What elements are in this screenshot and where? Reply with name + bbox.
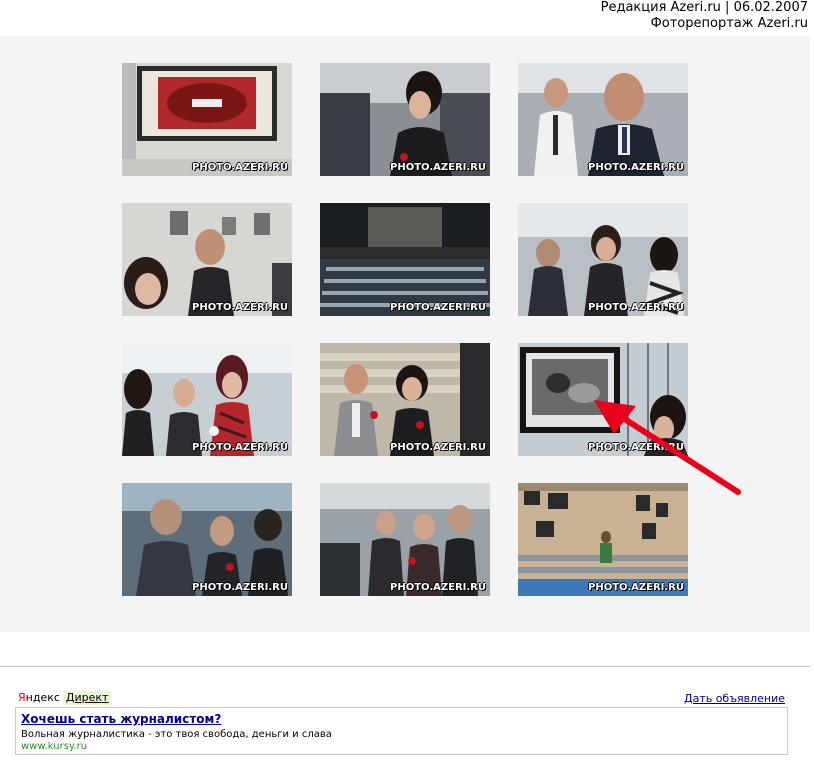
watermark: PHOTO.AZERI.RU: [588, 302, 684, 313]
ad-box: Хочешь стать журналистом? Вольная журнал…: [15, 707, 788, 755]
watermark: PHOTO.AZERI.RU: [588, 162, 684, 173]
crowd-reception-image: [518, 203, 688, 316]
photo-thumbnail-1[interactable]: PHOTO.AZERI.RU: [122, 63, 292, 176]
header-editorial-date: Редакция Azeri.ru | 06.02.2007: [600, 0, 808, 15]
yandex-direct-label: Яндекс Директ: [18, 691, 112, 705]
watermark: PHOTO.AZERI.RU: [390, 442, 486, 453]
women-guests-image: [122, 343, 292, 456]
page-header: Редакция Azeri.ru | 06.02.2007 Фоторепор…: [601, 0, 808, 32]
ad-url-link[interactable]: www.kursy.ru: [21, 741, 87, 752]
watermark: PHOTO.AZERI.RU: [588, 442, 684, 453]
framed-photo-with-arrow-image: [518, 343, 688, 456]
photo-thumbnail-4[interactable]: PHOTO.AZERI.RU: [122, 203, 292, 316]
watermark: PHOTO.AZERI.RU: [390, 302, 486, 313]
couple-on-stairs-image: [320, 343, 490, 456]
photo-thumbnail-5[interactable]: PHOTO.AZERI.RU: [320, 203, 490, 316]
auditorium-screen-image: [320, 203, 490, 316]
woman-dark-hair-image: [320, 63, 490, 176]
photo-thumbnail-9[interactable]: PHOTO.AZERI.RU: [518, 343, 688, 456]
yandex-brand-rest: ндекс: [25, 691, 60, 704]
photo-thumbnail-2[interactable]: PHOTO.AZERI.RU: [320, 63, 490, 176]
photo-thumbnail-7[interactable]: PHOTO.AZERI.RU: [122, 343, 292, 456]
photo-thumbnail-11[interactable]: PHOTO.AZERI.RU: [320, 483, 490, 596]
watermark: PHOTO.AZERI.RU: [192, 582, 288, 593]
exhibition-hall-image: [518, 483, 688, 596]
header-photoreport: Фоторепортаж Azeri.ru: [650, 16, 808, 31]
photo-thumbnail-8[interactable]: PHOTO.AZERI.RU: [320, 343, 490, 456]
ad-description: Вольная журналистика - это твоя свобода,…: [21, 729, 332, 740]
woman-and-man-gallery-image: [122, 203, 292, 316]
watermark: PHOTO.AZERI.RU: [192, 302, 288, 313]
watermark: PHOTO.AZERI.RU: [192, 442, 288, 453]
watermark: PHOTO.AZERI.RU: [588, 582, 684, 593]
guests-standing-image: [122, 483, 292, 596]
direct-link[interactable]: Директ: [62, 691, 112, 705]
place-ad-link[interactable]: Дать объявление: [684, 692, 785, 706]
seated-audience-image: [320, 483, 490, 596]
watermark: PHOTO.AZERI.RU: [390, 162, 486, 173]
photo-thumbnail-12[interactable]: PHOTO.AZERI.RU: [518, 483, 688, 596]
men-in-suits-image: [518, 63, 688, 176]
watermark: PHOTO.AZERI.RU: [192, 162, 288, 173]
framed-painting-image: [122, 63, 292, 176]
watermark: PHOTO.AZERI.RU: [390, 582, 486, 593]
photo-thumbnail-10[interactable]: PHOTO.AZERI.RU: [122, 483, 292, 596]
photo-thumbnail-3[interactable]: PHOTO.AZERI.RU: [518, 63, 688, 176]
ad-title-link[interactable]: Хочешь стать журналистом?: [21, 712, 221, 726]
section-divider: [0, 666, 810, 667]
yandex-brand-letter: Я: [18, 691, 26, 704]
photo-thumbnail-6[interactable]: PHOTO.AZERI.RU: [518, 203, 688, 316]
